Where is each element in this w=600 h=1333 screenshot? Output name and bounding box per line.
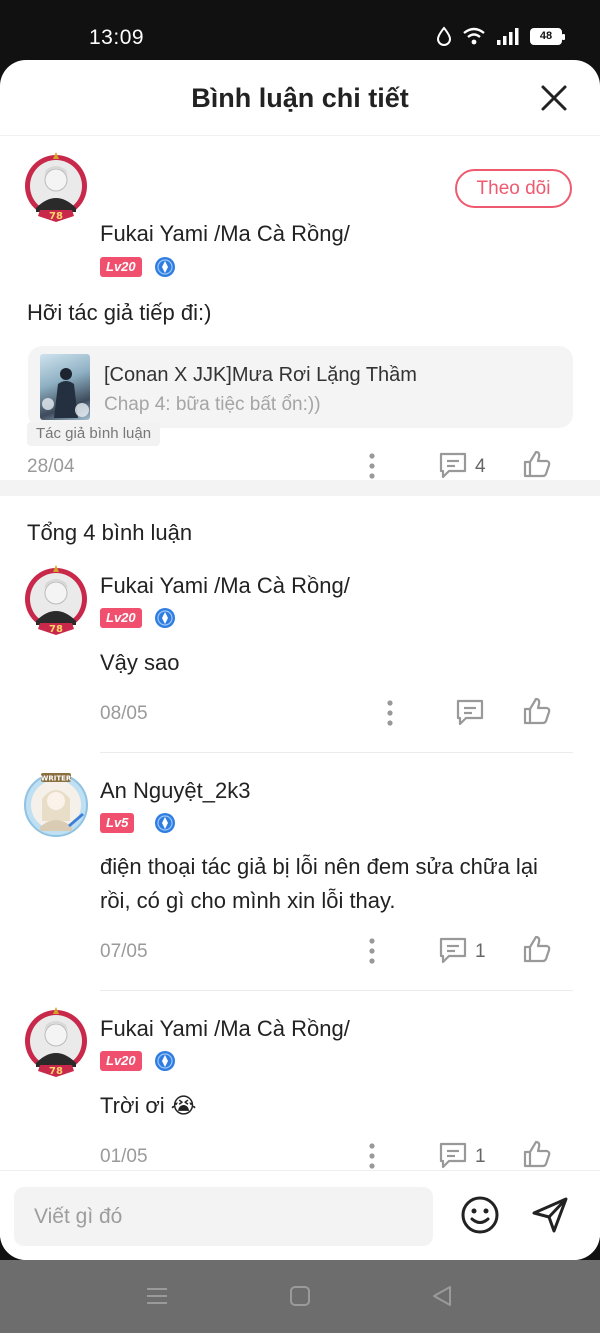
- comment-date: 08/05: [100, 703, 148, 724]
- status-time: 13:09: [89, 26, 145, 49]
- system-nav-bar: [0, 1260, 600, 1333]
- wifi-icon: [463, 27, 485, 45]
- comment-text: Vậy sao: [100, 650, 180, 675]
- vip-badge-icon: [155, 257, 175, 277]
- battery-icon: 48: [530, 27, 565, 45]
- comment-date: 07/05: [100, 941, 148, 962]
- reply-count: 1: [475, 1146, 486, 1167]
- data-saver-icon: [436, 26, 452, 46]
- user-name[interactable]: Fukai Yami /Ma Cà Rồng/: [100, 573, 350, 599]
- svg-text:WRITER: WRITER: [41, 775, 72, 783]
- divider: [100, 752, 573, 753]
- svg-text:78: 78: [49, 624, 63, 635]
- comment-date: 01/05: [100, 1146, 148, 1167]
- signal-icon: [497, 28, 519, 45]
- menu-icon[interactable]: [145, 1284, 169, 1308]
- reply-count: 1: [475, 941, 486, 962]
- user-name[interactable]: An Nguyệt_2k3: [100, 778, 250, 804]
- reply-icon[interactable]: [438, 1140, 468, 1170]
- like-icon[interactable]: [522, 449, 552, 479]
- emoji-icon[interactable]: [460, 1195, 500, 1235]
- comment-text: Hỡi tác giả tiếp đi:): [27, 300, 212, 325]
- main-comment: 78 Fukai Yami /Ma Cà Rồng/ Lv20 Theo dõi…: [0, 136, 600, 479]
- comment-text-line: rồi, có gì cho mình xin lỗi thay.: [100, 888, 396, 913]
- avatar[interactable]: 78: [22, 150, 90, 226]
- back-icon[interactable]: [430, 1284, 454, 1308]
- vip-badge-icon: [155, 1051, 175, 1071]
- user-name[interactable]: Fukai Yami /Ma Cà Rồng/: [100, 221, 350, 247]
- comment-text: Trời ơi 😭: [100, 1093, 197, 1118]
- comment-input-bar: [0, 1170, 600, 1260]
- close-icon[interactable]: [538, 82, 570, 114]
- story-title: [Conan X JJK]Mưa Rơi Lặng Thầm: [104, 364, 417, 386]
- send-icon[interactable]: [530, 1195, 570, 1235]
- reply-count: 4: [475, 456, 486, 477]
- status-icons: 48: [436, 26, 565, 46]
- avatar[interactable]: 78: [22, 563, 90, 639]
- user-name[interactable]: Fukai Yami /Ma Cà Rồng/: [100, 1016, 350, 1042]
- level-badge: Lv20: [100, 257, 142, 277]
- like-icon[interactable]: [522, 696, 552, 726]
- level-badge: Lv5: [100, 813, 135, 833]
- page-title: Bình luận chi tiết: [191, 83, 409, 113]
- more-options-icon[interactable]: [360, 452, 384, 480]
- vip-badge-icon: [155, 608, 175, 628]
- svg-text:78: 78: [49, 211, 63, 222]
- more-options-icon[interactable]: [378, 699, 402, 727]
- comment-date: 28/04: [27, 456, 75, 477]
- section-divider: [0, 480, 600, 496]
- like-icon[interactable]: [522, 1139, 552, 1169]
- sheet-header: Bình luận chi tiết: [0, 60, 600, 136]
- reply-icon[interactable]: [438, 450, 468, 480]
- reply-icon[interactable]: [455, 697, 485, 727]
- author-comment-tag: Tác giả bình luận: [27, 422, 161, 446]
- avatar[interactable]: 78: [22, 1005, 90, 1081]
- vip-badge-icon: [155, 813, 175, 833]
- divider: [100, 990, 573, 991]
- more-options-icon[interactable]: [360, 937, 384, 965]
- follow-button[interactable]: Theo dõi: [455, 169, 572, 208]
- svg-text:78: 78: [49, 1066, 63, 1077]
- story-cover: [40, 354, 90, 420]
- comment-input[interactable]: [14, 1187, 433, 1246]
- avatar[interactable]: WRITER: [22, 769, 90, 845]
- story-card[interactable]: [Conan X JJK]Mưa Rơi Lặng Thầm Chap 4: b…: [28, 346, 573, 428]
- more-options-icon[interactable]: [360, 1142, 384, 1170]
- comment-text-line: điện thoại tác giả bị lỗi nên đem sửa ch…: [100, 854, 538, 879]
- level-badge: Lv20: [100, 1051, 142, 1071]
- reply-icon[interactable]: [438, 935, 468, 965]
- comment-detail-sheet: Bình luận chi tiết 78 Fukai Yami /Ma Cà …: [0, 60, 600, 1260]
- story-chapter: Chap 4: bữa tiệc bất ổn:)): [104, 394, 321, 415]
- home-icon[interactable]: [289, 1285, 311, 1307]
- total-comments-label: Tổng 4 bình luận: [27, 520, 193, 545]
- like-icon[interactable]: [522, 934, 552, 964]
- level-badge: Lv20: [100, 608, 142, 628]
